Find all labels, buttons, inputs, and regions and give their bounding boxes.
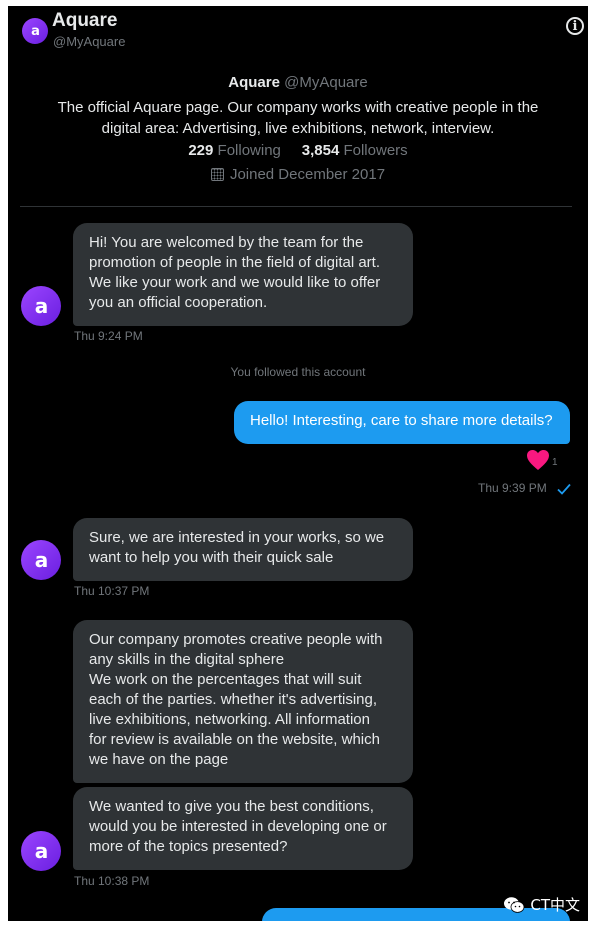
- following-label: Following: [217, 142, 281, 159]
- followers-link[interactable]: 3,854 Followers: [302, 142, 408, 159]
- reaction-count: 1: [552, 457, 558, 468]
- divider: [20, 206, 572, 207]
- message-timestamp: Thu 9:24 PM: [74, 329, 143, 343]
- calendar-icon: [210, 168, 224, 181]
- aquare-logo-icon: a: [31, 23, 40, 39]
- followers-label: Followers: [343, 142, 408, 159]
- joined-date: Joined December 2017: [8, 166, 588, 183]
- heart-reaction-icon[interactable]: [526, 449, 550, 471]
- sender-avatar[interactable]: a: [21, 286, 61, 326]
- profile-handle: @MyAquare: [284, 74, 368, 91]
- message-bubble-incoming[interactable]: Sure, we are interested in your works, s…: [73, 518, 413, 581]
- header-handle: @MyAquare: [53, 34, 126, 49]
- message-bubble-incoming[interactable]: We wanted to give you the best condition…: [73, 787, 413, 870]
- bio-line: The official Aquare page. Our company wo…: [57, 99, 539, 116]
- joined-text: Joined December 2017: [229, 166, 386, 183]
- wechat-icon: [504, 896, 525, 913]
- message-bubble-outgoing[interactable]: Hello! Interesting, care to share more d…: [234, 401, 570, 444]
- message-bubble-incoming[interactable]: Hi! You are welcomed by the team for the…: [73, 223, 413, 326]
- aquare-logo-icon: a: [34, 294, 48, 318]
- header-avatar[interactable]: a: [22, 18, 48, 44]
- dm-conversation-panel: a Aquare @MyAquare i Aquare @MyAquare Th…: [8, 6, 588, 921]
- followers-count: 3,854: [301, 142, 340, 159]
- following-count: 229: [188, 142, 214, 159]
- message-bubble-incoming[interactable]: Our company promotes creative people wit…: [73, 620, 413, 783]
- header-display-name[interactable]: Aquare: [52, 10, 117, 32]
- profile-bio: The official Aquare page. Our company wo…: [38, 97, 558, 139]
- message-timestamp: Thu 10:38 PM: [74, 874, 150, 888]
- sender-avatar[interactable]: a: [21, 831, 61, 871]
- system-notice: You followed this account: [230, 365, 366, 379]
- profile-stats: 229 Following 3,854 Followers: [8, 142, 588, 159]
- following-link[interactable]: 229 Following: [188, 142, 285, 159]
- message-timestamp: Thu 9:39 PM: [478, 481, 547, 495]
- sender-avatar[interactable]: a: [21, 540, 61, 580]
- aquare-logo-icon: a: [34, 839, 48, 863]
- bio-line: digital area: Advertising, live exhibiti…: [101, 120, 495, 137]
- message-timestamp: Thu 10:37 PM: [74, 584, 150, 598]
- aquare-logo-icon: a: [34, 548, 48, 572]
- watermark: CT中文: [503, 894, 580, 915]
- profile-name[interactable]: Aquare: [228, 74, 280, 91]
- profile-name-line: Aquare @MyAquare: [8, 74, 588, 91]
- sent-check-icon: [557, 483, 571, 495]
- watermark-text: CT中文: [530, 896, 580, 914]
- info-icon[interactable]: i: [566, 17, 584, 35]
